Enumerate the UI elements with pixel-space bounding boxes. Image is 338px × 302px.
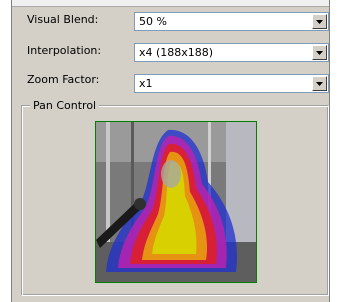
- interpolation-dropdown-button[interactable]: [312, 45, 327, 60]
- visual-blend-label: Visual Blend:: [27, 13, 99, 26]
- right-edge: [330, 0, 338, 302]
- interpolation-select[interactable]: x4 (188x188): [134, 43, 329, 62]
- pan-control-view[interactable]: [95, 121, 257, 283]
- chevron-down-icon: [316, 20, 323, 24]
- zoom-factor-label: Zoom Factor:: [27, 73, 100, 86]
- pan-control-title: Pan Control: [30, 99, 100, 112]
- zoom-factor-value: x1: [139, 77, 153, 90]
- interpolation-label: Interpolation:: [27, 44, 102, 57]
- right-edge-line: [329, 0, 330, 302]
- left-edge: [0, 0, 11, 302]
- interpolation-value: x4 (188x188): [139, 46, 214, 59]
- zoom-factor-dropdown-button[interactable]: [312, 76, 327, 91]
- zoom-factor-select[interactable]: x1: [134, 74, 329, 93]
- visual-blend-dropdown-button[interactable]: [312, 14, 327, 29]
- visual-blend-select[interactable]: 50 %: [134, 12, 329, 31]
- chevron-down-icon: [316, 51, 323, 55]
- visual-blend-value: 50 %: [139, 15, 167, 28]
- top-edge: [0, 0, 338, 7]
- left-edge-line: [11, 0, 12, 302]
- heatmap-overlay-image: [96, 122, 256, 282]
- chevron-down-icon: [316, 82, 323, 86]
